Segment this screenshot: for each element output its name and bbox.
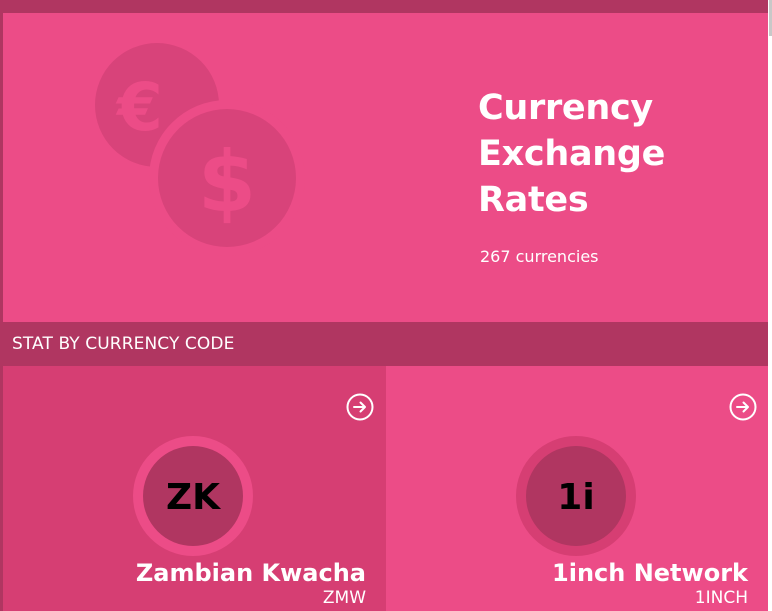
currency-card-zmw[interactable]: ZK Zambian Kwacha ZMW bbox=[3, 366, 386, 611]
dollar-symbol: $ bbox=[197, 133, 257, 231]
left-border bbox=[0, 0, 3, 611]
section-title: STAT BY CURRENCY CODE bbox=[12, 334, 235, 354]
currency-badge-text: 1i bbox=[557, 477, 595, 518]
currency-name: Zambian Kwacha bbox=[135, 559, 366, 587]
currency-count: 267 currencies bbox=[480, 247, 599, 266]
page-title: Currency Exchange Rates bbox=[478, 88, 666, 220]
arrow-right-circle-icon[interactable] bbox=[346, 393, 374, 421]
currency-badge: ZK bbox=[143, 446, 243, 546]
currency-badge-text: ZK bbox=[166, 477, 220, 518]
currency-card-1inch[interactable]: 1i 1inch Network 1INCH bbox=[386, 366, 768, 611]
currency-code: ZMW bbox=[322, 588, 366, 608]
hero-banner: € $ Currency Exchange Rates 267 currenci… bbox=[3, 13, 768, 322]
currency-page: € $ Currency Exchange Rates 267 currenci… bbox=[0, 0, 772, 611]
currency-code: 1INCH bbox=[694, 588, 748, 608]
currency-badge: 1i bbox=[526, 446, 626, 546]
currency-badge-ring: ZK bbox=[133, 436, 253, 556]
scrollbar-track[interactable] bbox=[768, 0, 772, 611]
section-header: STAT BY CURRENCY CODE bbox=[3, 322, 768, 366]
currency-name: 1inch Network bbox=[552, 559, 748, 587]
arrow-right-circle-icon[interactable] bbox=[729, 393, 757, 421]
top-strip bbox=[0, 0, 768, 13]
currency-badge-ring: 1i bbox=[516, 436, 636, 556]
